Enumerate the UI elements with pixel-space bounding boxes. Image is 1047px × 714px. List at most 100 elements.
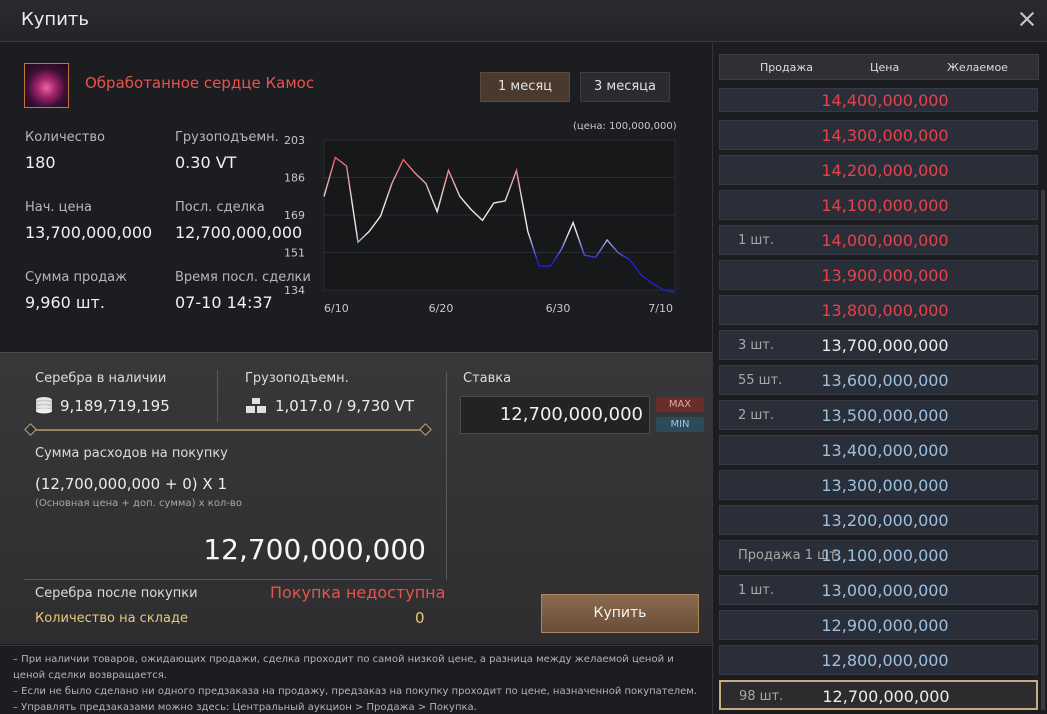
y-tick-label: 151	[284, 247, 305, 260]
y-tick-label: 134	[284, 284, 305, 297]
price-row[interactable]: 55 шт. 13,600,000,000	[719, 365, 1038, 395]
start-price-value: 13,700,000,000	[25, 223, 153, 242]
notes-panel: – При наличии товаров, ожидающих продажи…	[0, 645, 712, 714]
carry-weight-value: 1,017.0 / 9,730 VT	[275, 397, 414, 415]
x-tick-label: 6/20	[429, 302, 454, 315]
row-quantity: 1 шт.	[738, 233, 775, 248]
price-row[interactable]: 3 шт. 13,700,000,000	[719, 330, 1038, 360]
row-price: 13,100,000,000	[821, 546, 949, 565]
price-row[interactable]: 1 шт. 14,000,000,000	[719, 225, 1038, 255]
row-price: 12,900,000,000	[821, 616, 949, 635]
silver-label: Серебра в наличии	[35, 371, 167, 386]
weight-value: 0.30 VT	[175, 153, 237, 172]
total-cost: 12,700,000,000	[203, 533, 426, 566]
min-button[interactable]: MIN	[656, 417, 704, 432]
price-row[interactable]: 12,800,000,000	[719, 645, 1038, 675]
silver-coins-icon	[36, 397, 52, 414]
price-row[interactable]: 13,800,000,000	[719, 295, 1038, 325]
price-row[interactable]: 1 шт. 13,000,000,000	[719, 575, 1038, 605]
note-line: – При наличии товаров, ожидающих продажи…	[13, 654, 674, 665]
row-price: 13,800,000,000	[821, 301, 949, 320]
price-history-chart: 203 186 169 151 134 6/10 6/20 6/30 7/10	[284, 134, 676, 315]
y-tick-label: 203	[284, 134, 305, 147]
cost-label: Сумма расходов на покупку	[35, 446, 228, 461]
row-price: 12,800,000,000	[821, 651, 949, 670]
y-tick-label: 169	[284, 209, 305, 222]
window-title: Купить	[21, 9, 89, 30]
item-name: Обработанное сердце Камос	[85, 74, 315, 92]
row-price: 14,300,000,000	[821, 126, 949, 145]
buy-button[interactable]: Купить	[541, 594, 699, 633]
bid-input[interactable]: 12,700,000,000	[460, 396, 650, 434]
row-quantity: 55 шт.	[738, 373, 783, 388]
row-quantity: 3 шт.	[738, 338, 775, 353]
row-price: 13,700,000,000	[821, 336, 949, 355]
last-deal-time-value: 07-10 14:37	[175, 293, 273, 312]
price-list-scrollbar[interactable]	[1041, 190, 1045, 710]
weight-label: Грузоподъемн.	[175, 130, 279, 145]
row-quantity: 2 шт.	[738, 408, 775, 423]
tab-3-months[interactable]: 3 месяца	[580, 72, 670, 102]
price-list-header: Продажа Цена Желаемое	[719, 54, 1039, 80]
price-row[interactable]: 2 шт. 13,500,000,000	[719, 400, 1038, 430]
last-deal-label: Посл. сделка	[175, 200, 265, 215]
price-row[interactable]: 98 шт. 12,700,000,000	[719, 680, 1038, 710]
quantity-label: Количество	[25, 130, 105, 145]
quantity-value: 180	[25, 153, 56, 172]
row-price: 14,200,000,000	[821, 161, 949, 180]
sales-total-value: 9,960 шт.	[25, 293, 105, 312]
start-price-label: Нач. цена	[25, 200, 92, 215]
x-tick-label: 6/30	[546, 302, 571, 315]
row-price: 13,200,000,000	[821, 511, 949, 530]
sales-total-label: Сумма продаж	[25, 270, 127, 285]
header-sell: Продажа	[760, 61, 813, 74]
carry-weight-label: Грузоподъемн.	[245, 371, 349, 386]
buy-window: Купить Обработанное сердце Камос 1 месяц…	[0, 0, 1047, 714]
price-row[interactable]: 14,200,000,000	[719, 155, 1038, 185]
bid-label: Ставка	[463, 371, 512, 386]
note-line: ценой сделки возвращается.	[13, 670, 167, 681]
x-tick-label: 6/10	[324, 302, 349, 315]
price-row[interactable]: 12,900,000,000	[719, 610, 1038, 640]
tab-1-month[interactable]: 1 месяц	[480, 72, 570, 102]
weight-boxes-icon	[246, 398, 266, 413]
row-price: 13,900,000,000	[821, 266, 949, 285]
row-price: 13,500,000,000	[821, 406, 949, 425]
divider	[217, 370, 218, 422]
row-quantity: 1 шт.	[738, 583, 775, 598]
row-price: 13,300,000,000	[821, 476, 949, 495]
formula-hint: (Основная цена + доп. сумма) x кол-во	[35, 498, 242, 509]
y-tick-label: 186	[284, 172, 305, 185]
price-row[interactable]: 13,200,000,000	[719, 505, 1038, 535]
row-price: 14,400,000,000	[821, 91, 949, 110]
row-price: 12,700,000,000	[822, 687, 950, 706]
price-row[interactable]: 13,900,000,000	[719, 260, 1038, 290]
title-bar: Купить	[0, 0, 1047, 42]
row-price: 14,000,000,000	[821, 231, 949, 250]
price-row[interactable]: 14,400,000,000	[719, 88, 1038, 112]
row-price: 14,100,000,000	[821, 196, 949, 215]
note-line: – Если не было сделано ни одного предзак…	[13, 686, 698, 697]
silver-after-label: Серебра после покупки	[35, 586, 198, 601]
header-price: Цена	[870, 61, 900, 74]
x-tick-label: 7/10	[648, 302, 673, 315]
silver-value: 9,189,719,195	[60, 397, 170, 415]
close-icon[interactable]	[1017, 9, 1037, 29]
quantity-slider-track[interactable]	[30, 429, 426, 431]
row-quantity: 98 шт.	[739, 689, 784, 704]
max-button[interactable]: MAX	[656, 397, 704, 412]
row-price: 13,600,000,000	[821, 371, 949, 390]
kamos-heart-icon	[24, 63, 69, 108]
price-row[interactable]: 14,100,000,000	[719, 190, 1038, 220]
separator	[24, 579, 432, 580]
price-row[interactable]: Продажа 1 шт. 13,100,000,000	[719, 540, 1038, 570]
row-price: 13,000,000,000	[821, 581, 949, 600]
price-row[interactable]: 13,300,000,000	[719, 470, 1038, 500]
row-price: 13,400,000,000	[821, 441, 949, 460]
price-row[interactable]: 13,400,000,000	[719, 435, 1038, 465]
header-wanted: Желаемое	[947, 61, 1008, 74]
cost-formula: (12,700,000,000 + 0) X 1	[35, 475, 227, 493]
price-row[interactable]: 14,300,000,000	[719, 120, 1038, 150]
divider	[446, 372, 447, 580]
storage-value: 0	[415, 609, 425, 627]
